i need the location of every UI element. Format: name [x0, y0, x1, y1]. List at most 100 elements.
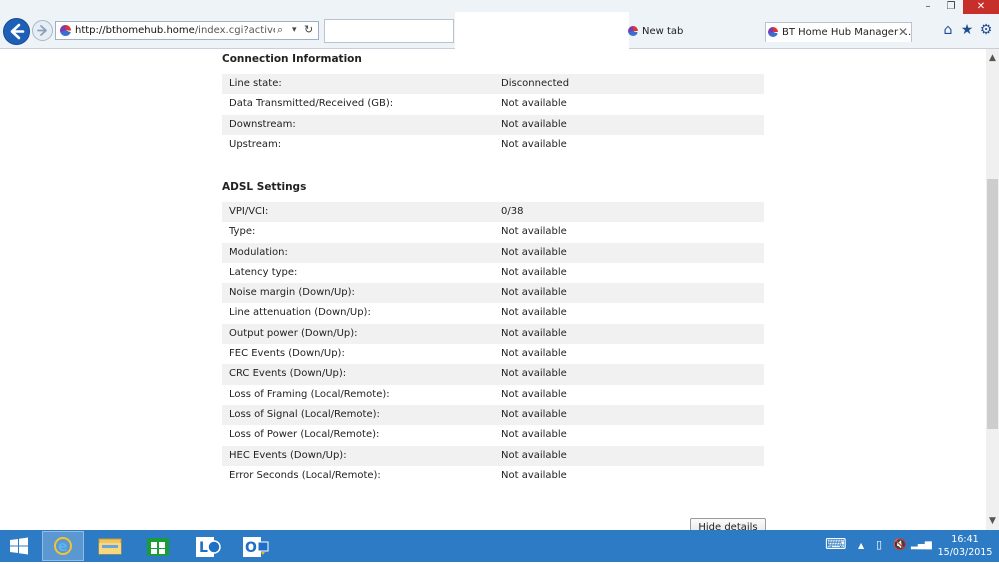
row-label: Latency type: [229, 266, 298, 278]
refresh-icon[interactable]: ↻ [304, 23, 313, 36]
row-label: CRC Events (Down/Up): [229, 368, 347, 380]
page-content: Connection Information Line state: Discon… [0, 49, 986, 530]
minimize-button[interactable]: – [917, 0, 939, 14]
table-row: Error Seconds (Local/Remote): Not availab… [222, 466, 764, 486]
row-label: Data Transmitted/Received (GB): [229, 98, 394, 110]
row-value: Not available [501, 98, 567, 110]
table-row: Loss of Power (Local/Remote): Not availab… [222, 425, 764, 445]
table-row: Upstream: Not available [222, 135, 764, 155]
favorites-star-icon[interactable]: ★ [959, 22, 975, 38]
adsl-settings-table: VPI/VCI: 0/38 Type: Not available Modulati… [222, 202, 764, 486]
row-label: Line attenuation (Down/Up): [229, 307, 371, 319]
address-bar[interactable]: http://bthomehub.home/index.cgi?active_p… [55, 21, 319, 40]
outlook-icon: O [243, 537, 269, 557]
show-hidden-icons-chevron-icon[interactable]: ▲ [858, 541, 864, 550]
internet-explorer-icon: e [54, 537, 72, 555]
lync-icon: L [196, 537, 221, 557]
tools-gear-icon[interactable]: ⚙ [978, 22, 994, 38]
power-icon[interactable]: ▯ [876, 538, 882, 551]
row-label: Line state: [229, 78, 282, 89]
row-label: Noise margin (Down/Up): [229, 287, 355, 299]
redacted-area [455, 12, 629, 49]
scroll-up-icon[interactable]: ▲ [986, 51, 999, 65]
table-row: Downstream: Not available [222, 114, 764, 135]
taskbar-lync[interactable]: L [186, 531, 228, 561]
windows-taskbar: e L O ⌨ ▲ ▯ 🔇 ▂▄▆ 16:41 15/03/2015 [0, 530, 999, 562]
row-value: Not available [501, 408, 567, 420]
table-row: Latency type: Not available [222, 263, 764, 283]
tab-label: BT Home Hub Manager -... [782, 27, 912, 38]
row-label: Type: [229, 226, 256, 238]
table-row: FEC Events (Down/Up): Not available [222, 344, 764, 364]
close-tab-icon[interactable]: ✕ [898, 25, 908, 39]
table-row: VPI/VCI: 0/38 [222, 202, 764, 223]
connection-info-title: Connection Information [222, 53, 362, 65]
row-label: Modulation: [229, 246, 288, 258]
row-label: Loss of Power (Local/Remote): [229, 429, 380, 441]
start-button[interactable] [0, 531, 38, 561]
row-label: FEC Events (Down/Up): [229, 348, 345, 360]
vertical-scrollbar[interactable]: ▲ ▼ [986, 49, 999, 530]
row-value: Not available [501, 348, 567, 360]
network-signal-icon[interactable]: ▂▄▆ [911, 540, 932, 550]
browser-chrome: http://bthomehub.home/index.cgi?active_p… [0, 0, 999, 49]
row-value: Not available [501, 266, 567, 278]
table-row: Output power (Down/Up): Not available [222, 323, 764, 345]
table-row: HEC Events (Down/Up): Not available [222, 445, 764, 466]
row-label: Loss of Signal (Local/Remote): [229, 408, 380, 420]
taskbar-store[interactable] [137, 531, 179, 561]
clock-time: 16:41 [951, 534, 979, 545]
table-row: Loss of Signal (Local/Remote): Not availa… [222, 404, 764, 426]
chevron-down-icon[interactable]: ▾ [292, 25, 297, 35]
bt-favicon-icon [768, 27, 778, 37]
adsl-settings-title: ADSL Settings [222, 181, 307, 193]
row-label: Downstream: [229, 118, 296, 130]
row-value: Disconnected [501, 78, 570, 89]
search-icon[interactable]: ⌕ [277, 23, 283, 37]
row-value: Not available [501, 469, 567, 481]
bt-favicon-icon [60, 25, 71, 36]
clock-date: 15/03/2015 [937, 547, 993, 558]
svg-text:O: O [245, 540, 257, 556]
close-window-button[interactable]: ✕ [963, 0, 999, 14]
table-row: CRC Events (Down/Up): Not available [222, 364, 764, 385]
taskbar-file-explorer[interactable] [89, 531, 131, 561]
taskbar-outlook[interactable]: O [233, 531, 275, 561]
row-label: Upstream: [229, 138, 282, 150]
taskbar-clock[interactable]: 16:41 15/03/2015 [934, 533, 996, 559]
svg-text:e: e [58, 539, 68, 555]
store-icon [147, 538, 169, 556]
row-label: HEC Events (Down/Up): [229, 449, 347, 461]
table-row: Modulation: Not available [222, 242, 764, 263]
row-value: Not available [501, 226, 567, 238]
home-icon[interactable]: ⌂ [940, 22, 956, 38]
maximize-button[interactable]: ❐ [940, 0, 962, 14]
address-url[interactable]: http://bthomehub.home/index.cgi?active_p… [75, 25, 275, 36]
connection-info-table: Line state: Disconnected Data Transmitted… [222, 74, 764, 155]
hide-details-button[interactable]: Hide details [690, 518, 766, 530]
tab-new-tab[interactable]: New tab [626, 22, 761, 42]
row-label: VPI/VCI: [229, 206, 269, 217]
row-label: Error Seconds (Local/Remote): [229, 469, 381, 481]
row-value: Not available [501, 287, 567, 299]
forward-arrow-icon [37, 25, 47, 36]
keyboard-icon[interactable]: ⌨ [825, 535, 847, 553]
row-value: 0/38 [501, 206, 524, 217]
table-row: Line attenuation (Down/Up): Not available [222, 303, 764, 323]
scrollbar-thumb[interactable] [987, 179, 998, 429]
taskbar-internet-explorer[interactable]: e [42, 531, 84, 561]
back-button[interactable] [3, 18, 30, 45]
tab-bt-home-hub[interactable]: BT Home Hub Manager -... ✕ [765, 22, 912, 42]
table-row: Noise margin (Down/Up): Not available [222, 283, 764, 304]
row-label: Output power (Down/Up): [229, 327, 358, 339]
volume-muted-icon[interactable]: 🔇 [893, 538, 907, 551]
row-label: Loss of Framing (Local/Remote): [229, 388, 390, 400]
table-row: Data Transmitted/Received (GB): Not avail… [222, 94, 764, 114]
row-value: Not available [501, 307, 567, 319]
svg-text:L: L [199, 540, 208, 556]
table-row: Type: Not available [222, 222, 764, 242]
blank-tab-area[interactable] [324, 19, 454, 43]
forward-button[interactable] [32, 20, 53, 41]
row-value: Not available [501, 368, 567, 380]
scroll-down-icon[interactable]: ▼ [986, 514, 999, 528]
